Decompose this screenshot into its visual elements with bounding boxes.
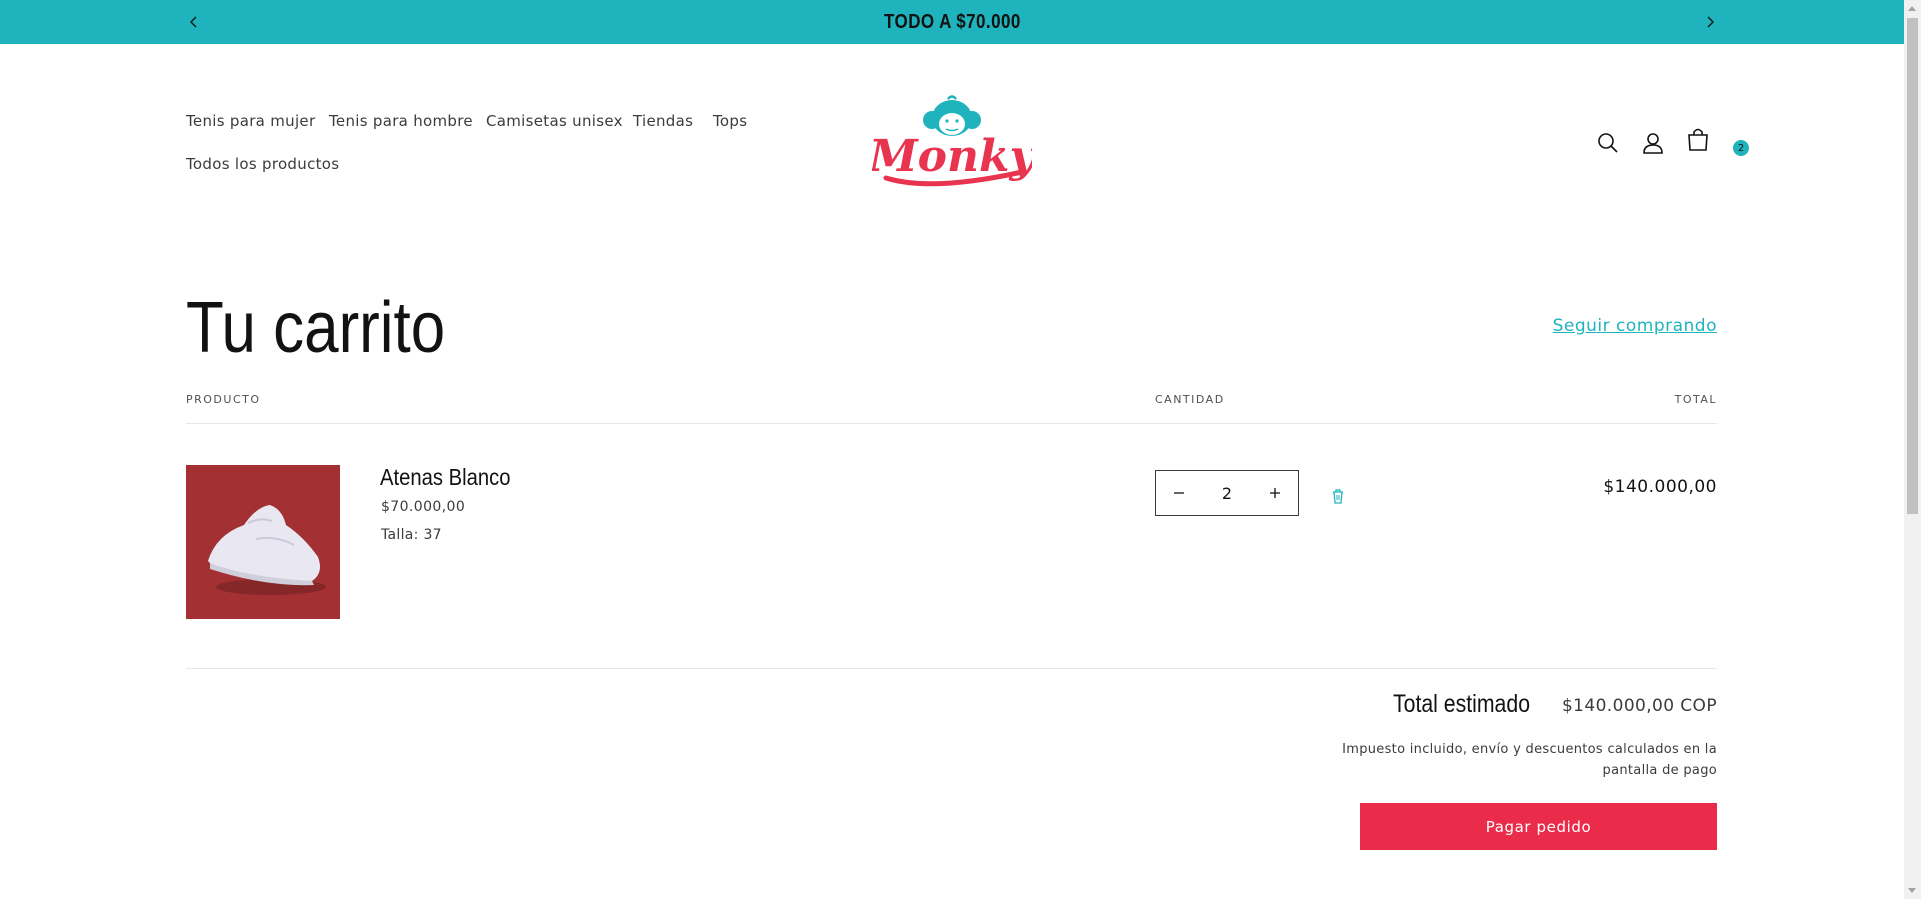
product-name[interactable]: Atenas Blanco xyxy=(380,464,511,491)
scroll-up-arrow-icon[interactable] xyxy=(1908,6,1916,11)
column-header-total: TOTAL xyxy=(1674,393,1717,406)
trash-icon[interactable] xyxy=(1329,487,1347,505)
summary-divider xyxy=(186,668,1717,669)
page-title: Tu carrito xyxy=(186,288,446,368)
nav-item-tenis-hombre[interactable]: Tenis para hombre xyxy=(329,112,473,130)
nav-item-tiendas[interactable]: Tiendas xyxy=(633,112,693,130)
quantity-input[interactable]: 2 xyxy=(1222,484,1232,503)
nav-item-tenis-mujer[interactable]: Tenis para mujer xyxy=(186,112,315,130)
product-image[interactable] xyxy=(186,465,340,619)
minus-icon xyxy=(1174,492,1184,494)
estimated-total-value: $140.000,00 COP xyxy=(1561,696,1717,716)
nav-item-todos[interactable]: Todos los productos xyxy=(186,155,339,173)
page-scrollbar[interactable] xyxy=(1904,0,1921,899)
column-header-product: PRODUCTO xyxy=(186,393,261,406)
tax-note: Impuesto incluido, envío y descuentos ca… xyxy=(1342,742,1717,778)
header-divider xyxy=(186,423,1717,424)
nav-item-camisetas[interactable]: Camisetas unisex xyxy=(486,112,623,130)
user-icon[interactable] xyxy=(1640,130,1666,156)
decrease-quantity-button[interactable] xyxy=(1156,471,1202,515)
search-icon[interactable] xyxy=(1595,130,1621,156)
plus-icon xyxy=(1270,488,1280,498)
nav-item-tops[interactable]: Tops xyxy=(713,112,747,130)
quantity-stepper: 2 xyxy=(1155,470,1299,516)
estimated-total-label: Total estimado xyxy=(1393,690,1531,718)
checkout-button[interactable]: Pagar pedido xyxy=(1360,803,1717,850)
brand-logo[interactable]: Monky xyxy=(867,92,1038,192)
cart-count-badge: 2 xyxy=(1733,140,1749,156)
cart-icon[interactable] xyxy=(1685,126,1711,152)
announcement-bar: TODO A $70.000 xyxy=(0,0,1904,44)
product-unit-price: $70.000,00 xyxy=(381,499,466,515)
chevron-left-icon[interactable] xyxy=(182,10,206,34)
continue-shopping-link[interactable]: Seguir comprando xyxy=(1553,316,1717,336)
column-header-quantity: CANTIDAD xyxy=(1155,393,1225,406)
scroll-down-arrow-icon[interactable] xyxy=(1908,888,1916,893)
chevron-right-icon[interactable] xyxy=(1698,10,1722,34)
announcement-text: TODO A $70.000 xyxy=(883,10,1021,33)
line-item-total: $140.000,00 xyxy=(1603,477,1717,497)
product-variant: Talla: 37 xyxy=(381,527,442,543)
scrollbar-thumb[interactable] xyxy=(1907,18,1918,514)
increase-quantity-button[interactable] xyxy=(1252,471,1298,515)
